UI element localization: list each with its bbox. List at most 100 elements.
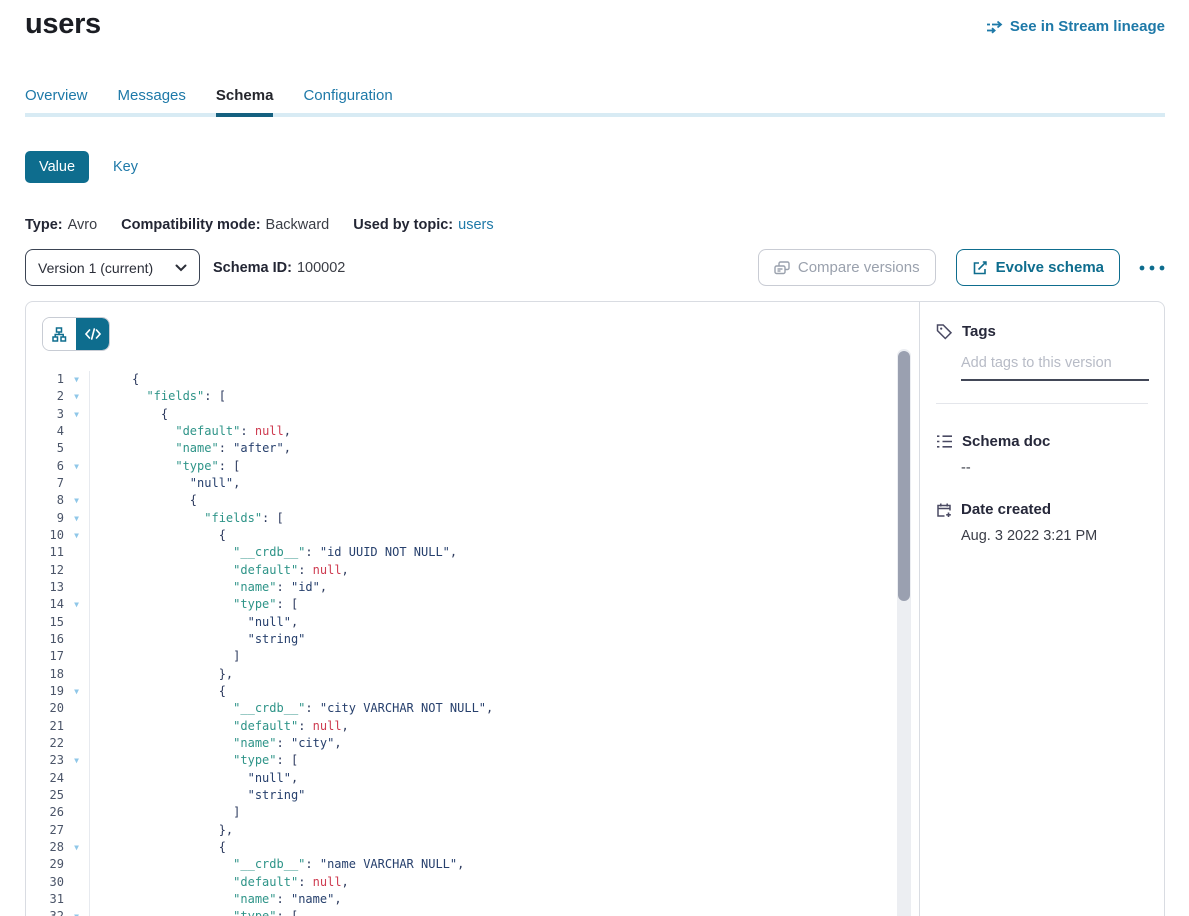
code-text: "__crdb__": "city VARCHAR NOT NULL", bbox=[90, 700, 493, 717]
code-text: ] bbox=[90, 804, 240, 821]
line-number: 32 bbox=[26, 908, 64, 916]
fold-toggle-icon[interactable]: ▼ bbox=[64, 527, 90, 544]
fold-gutter bbox=[64, 856, 90, 873]
tab-messages[interactable]: Messages bbox=[118, 87, 186, 117]
tab-configuration[interactable]: Configuration bbox=[303, 87, 392, 117]
key-toggle-link[interactable]: Key bbox=[113, 159, 138, 175]
fold-toggle-icon[interactable]: ▼ bbox=[64, 406, 90, 423]
evolve-schema-button[interactable]: Evolve schema bbox=[956, 249, 1120, 286]
more-actions-button[interactable] bbox=[1139, 265, 1165, 271]
code-line: 18 }, bbox=[26, 666, 919, 683]
code-text: "__crdb__": "name VARCHAR NULL", bbox=[90, 856, 464, 873]
line-number: 31 bbox=[26, 891, 64, 908]
code-text: }, bbox=[90, 666, 233, 683]
schema-page: users See in Stream lineage Overview Mess… bbox=[0, 0, 1189, 916]
meta-type: Type:Avro bbox=[25, 217, 97, 233]
code-text: "fields": [ bbox=[90, 388, 226, 405]
fold-toggle-icon[interactable]: ▼ bbox=[64, 683, 90, 700]
code-line: 6▼ "type": [ bbox=[26, 458, 919, 475]
code-line: 14▼ "type": [ bbox=[26, 596, 919, 613]
line-number: 30 bbox=[26, 874, 64, 891]
code-text: "default": null, bbox=[90, 874, 349, 891]
code-line: 25 "string" bbox=[26, 787, 919, 804]
page-header: users See in Stream lineage bbox=[25, 0, 1165, 41]
code-text: "string" bbox=[90, 631, 305, 648]
line-number: 15 bbox=[26, 614, 64, 631]
ellipsis-icon bbox=[1139, 265, 1165, 271]
code-text: "type": [ bbox=[90, 458, 240, 475]
fold-gutter bbox=[64, 614, 90, 631]
line-number: 24 bbox=[26, 770, 64, 787]
chevron-down-icon bbox=[175, 264, 187, 272]
tab-bar: Overview Messages Schema Configuration bbox=[25, 87, 1165, 117]
line-number: 3 bbox=[26, 406, 64, 423]
code-line: 13 "name": "id", bbox=[26, 579, 919, 596]
code-text: "null", bbox=[90, 614, 298, 631]
code-line: 22 "name": "city", bbox=[26, 735, 919, 752]
tab-schema[interactable]: Schema bbox=[216, 87, 274, 117]
code-line: 16 "string" bbox=[26, 631, 919, 648]
line-number: 16 bbox=[26, 631, 64, 648]
code-text: "name": "id", bbox=[90, 579, 327, 596]
version-bar: Version 1 (current) Schema ID:100002 Com… bbox=[25, 249, 1165, 286]
value-toggle-button[interactable]: Value bbox=[25, 151, 89, 183]
compare-versions-button[interactable]: Compare versions bbox=[758, 249, 936, 286]
code-text: "name": "city", bbox=[90, 735, 342, 752]
code-line: 10▼ { bbox=[26, 527, 919, 544]
fold-gutter bbox=[64, 891, 90, 908]
line-number: 1 bbox=[26, 371, 64, 388]
tags-heading: Tags bbox=[962, 323, 996, 340]
code-text: "name": "after", bbox=[90, 440, 291, 457]
fold-gutter bbox=[64, 666, 90, 683]
version-select[interactable]: Version 1 (current) bbox=[25, 249, 200, 286]
line-number: 26 bbox=[26, 804, 64, 821]
date-created-section: Date created Aug. 3 2022 3:21 PM bbox=[936, 501, 1148, 544]
tree-view-button[interactable] bbox=[43, 318, 76, 350]
line-number: 27 bbox=[26, 822, 64, 839]
sidebar-divider bbox=[936, 403, 1148, 404]
code-line: 31 "name": "name", bbox=[26, 891, 919, 908]
see-in-stream-lineage-link[interactable]: See in Stream lineage bbox=[986, 18, 1165, 35]
schema-meta: Type:Avro Compatibility mode:Backward Us… bbox=[25, 217, 1165, 233]
code-line: 24 "null", bbox=[26, 770, 919, 787]
fold-toggle-icon[interactable]: ▼ bbox=[64, 752, 90, 769]
fold-toggle-icon[interactable]: ▼ bbox=[64, 388, 90, 405]
fold-toggle-icon[interactable]: ▼ bbox=[64, 596, 90, 613]
fold-gutter bbox=[64, 822, 90, 839]
fold-toggle-icon[interactable]: ▼ bbox=[64, 371, 90, 388]
fold-toggle-icon[interactable]: ▼ bbox=[64, 908, 90, 916]
add-tags-input[interactable] bbox=[961, 353, 1149, 381]
line-number: 11 bbox=[26, 544, 64, 561]
code-view-button[interactable] bbox=[76, 318, 109, 350]
code-line: 8▼ { bbox=[26, 492, 919, 509]
code-text: "__crdb__": "id UUID NOT NULL", bbox=[90, 544, 457, 561]
editor-scrollbar-thumb[interactable] bbox=[898, 351, 910, 601]
fold-toggle-icon[interactable]: ▼ bbox=[64, 510, 90, 527]
fold-toggle-icon[interactable]: ▼ bbox=[64, 458, 90, 475]
code-text: "default": null, bbox=[90, 718, 349, 735]
date-created-heading: Date created bbox=[961, 501, 1051, 518]
code-line: 20 "__crdb__": "city VARCHAR NOT NULL", bbox=[26, 700, 919, 717]
code-text: "type": [ bbox=[90, 752, 298, 769]
line-number: 8 bbox=[26, 492, 64, 509]
line-number: 22 bbox=[26, 735, 64, 752]
code-line: 15 "null", bbox=[26, 614, 919, 631]
code-text: { bbox=[90, 406, 168, 423]
code-line: 29 "__crdb__": "name VARCHAR NULL", bbox=[26, 856, 919, 873]
fold-gutter bbox=[64, 787, 90, 804]
fold-toggle-icon[interactable]: ▼ bbox=[64, 492, 90, 509]
fold-toggle-icon[interactable]: ▼ bbox=[64, 839, 90, 856]
topic-link[interactable]: users bbox=[458, 217, 493, 233]
schema-id: Schema ID:100002 bbox=[213, 260, 345, 276]
code-text: "name": "name", bbox=[90, 891, 342, 908]
line-number: 29 bbox=[26, 856, 64, 873]
schema-json-editor[interactable]: 1▼{2▼ "fields": [3▼ {4 "default": null,5… bbox=[26, 371, 919, 916]
editor-scrollbar-track[interactable] bbox=[897, 349, 911, 916]
line-number: 20 bbox=[26, 700, 64, 717]
code-view-icon bbox=[85, 328, 101, 340]
code-text: ] bbox=[90, 648, 240, 665]
fold-gutter bbox=[64, 475, 90, 492]
fold-gutter bbox=[64, 770, 90, 787]
calendar-plus-icon bbox=[936, 502, 952, 518]
tab-overview[interactable]: Overview bbox=[25, 87, 88, 117]
